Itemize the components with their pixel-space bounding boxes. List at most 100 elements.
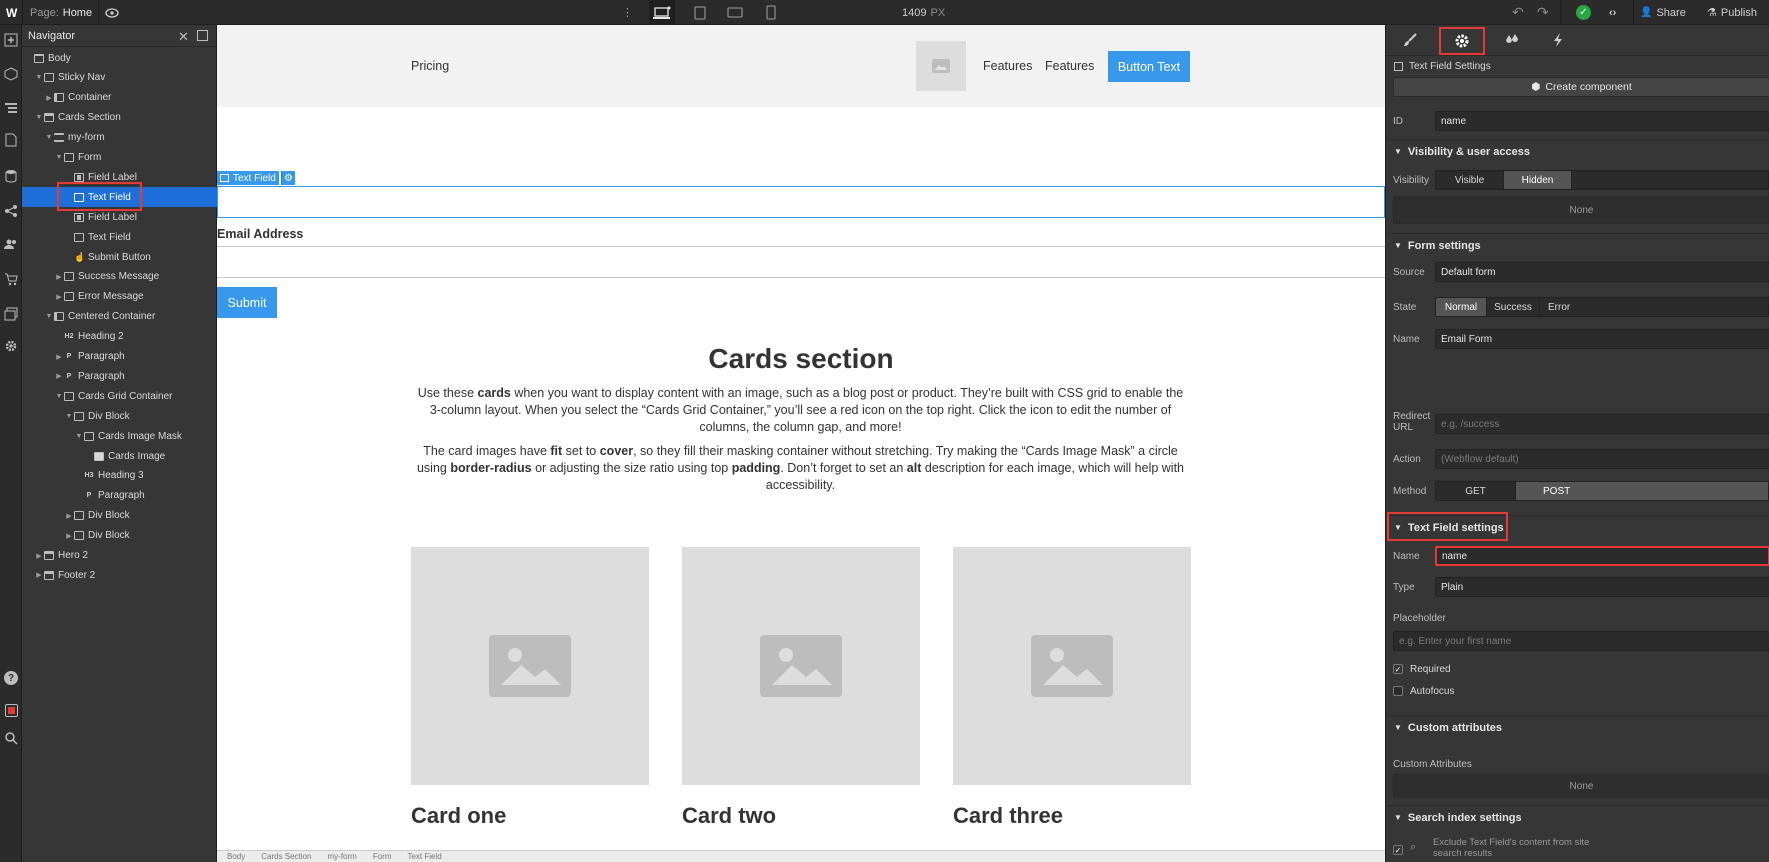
navigator-tree-item[interactable]: ▶ P Paragraph [22,347,217,367]
navigator-tree-item[interactable]: ▶ Success Message [22,267,217,287]
navigator-tree-item[interactable]: ▶ Div Block [22,506,217,526]
email-text-field[interactable] [217,246,1385,278]
visibility-toggle[interactable]: Visible Hidden [1435,170,1769,190]
navigator-icon[interactable] [0,97,22,119]
navigator-tree-item[interactable]: Text Field [22,227,217,247]
expand-caret-icon[interactable]: ▶ [34,571,44,579]
text-field-name-input[interactable]: name [1435,546,1769,566]
design-canvas[interactable]: Pricing Features Features Button Text Te… [217,25,1385,862]
assets-icon[interactable] [0,303,22,325]
breadcrumb-item[interactable]: Cards Section [261,852,311,861]
navigator-tree-item[interactable]: P Paragraph [22,486,217,506]
expand-caret-icon[interactable]: ▼ [54,154,64,161]
navigator-tree-item[interactable]: ▼ Sticky Nav [22,68,217,88]
code-export-icon[interactable]: ‹› [1609,0,1616,25]
navigator-tree-item[interactable]: ▶ Container [22,88,217,108]
desktop-breakpoint-icon[interactable] [649,0,675,25]
expand-caret-icon[interactable]: ▼ [54,393,64,400]
expand-caret-icon[interactable]: ▼ [74,433,84,440]
expand-caret-icon[interactable]: ▶ [34,552,44,560]
dock-panel-icon[interactable] [197,30,208,41]
navigator-tree-item[interactable]: ▼ my-form [22,128,217,148]
nav-link-features-1[interactable]: Features [983,59,1032,73]
source-select[interactable]: Default form [1435,262,1769,282]
required-checkbox[interactable]: ✓ [1393,664,1403,674]
expand-caret-icon[interactable]: ▼ [34,74,44,81]
breadcrumb-item[interactable]: my-form [327,852,356,861]
tablet-breakpoint-icon[interactable] [687,0,713,25]
users-icon[interactable] [0,233,22,255]
mobile-portrait-breakpoint-icon[interactable] [758,0,784,25]
breadcrumb-item[interactable]: Body [227,852,245,861]
action-input[interactable]: (Webflow default) [1435,449,1769,469]
navigator-tree-item[interactable]: ▶ Footer 2 [22,565,217,585]
preview-eye-icon[interactable] [105,0,119,25]
redirect-url-input[interactable]: e.g. /success [1435,414,1769,434]
navigator-tree-item[interactable]: Body [22,48,217,68]
autofocus-checkbox[interactable] [1393,686,1403,696]
expand-caret-icon[interactable]: ▼ [34,114,44,121]
method-toggle[interactable]: GET POST [1435,481,1769,501]
navigator-tree-item[interactable]: Cards Image [22,446,217,466]
expand-caret-icon[interactable]: ▼ [64,413,74,420]
visible-option[interactable]: Visible [1436,171,1504,189]
webflow-logo-icon[interactable]: W [6,0,22,25]
style-manager-drops-icon[interactable] [1500,29,1524,51]
search-index-section-header[interactable]: ▼ Search index settings [1386,805,1769,829]
form-settings-section-header[interactable]: ▼ Form settings [1386,233,1769,257]
nav-button[interactable]: Button Text [1108,51,1190,82]
navigator-tree-item[interactable]: ▼ Div Block [22,406,217,426]
element-settings-tab-gear-icon[interactable] [1439,27,1485,55]
navigator-tree-item[interactable]: ▼ Cards Grid Container [22,386,217,406]
state-error-option[interactable]: Error [1540,298,1769,316]
expand-caret-icon[interactable]: ▼ [44,313,54,320]
navigator-tree-item[interactable]: ▶ Hero 2 [22,546,217,566]
add-panel-icon[interactable] [0,29,22,51]
nav-link-pricing[interactable]: Pricing [411,59,449,73]
method-post-option[interactable]: POST [1516,482,1769,500]
expand-caret-icon[interactable]: ▶ [54,273,64,281]
expand-caret-icon[interactable]: ▶ [54,372,64,380]
ecommerce-cart-icon[interactable] [0,268,22,290]
navigator-tree-item[interactable]: ▼ Cards Section [22,108,217,128]
navigator-tree-item[interactable]: ▼ Form [22,148,217,168]
navigator-tree-item[interactable]: ▼ Centered Container [22,307,217,327]
components-icon[interactable] [0,63,22,85]
close-icon[interactable]: ✕ [178,29,189,45]
breadcrumb-item[interactable]: Form [373,852,392,861]
publish-button[interactable]: ⚗ Publish [1707,0,1757,25]
create-component-button[interactable]: ⬢ Create component [1393,77,1769,97]
state-success-option[interactable]: Success [1487,298,1540,316]
pages-icon[interactable] [0,129,22,151]
visibility-section-header[interactable]: ▼ Visibility & user access [1386,139,1769,163]
form-state-toggle[interactable]: Normal Success Error [1435,297,1769,317]
cms-icon[interactable] [0,165,22,187]
form-name-input[interactable]: Email Form [1435,329,1769,349]
expand-caret-icon[interactable]: ▶ [44,94,54,102]
page-selector[interactable]: Page: Home [30,0,92,25]
logic-icon[interactable] [0,200,22,222]
navigator-tree-item[interactable]: H2 Heading 2 [22,327,217,347]
id-input[interactable]: name [1435,111,1769,131]
more-options-icon[interactable]: ⋮ [622,0,633,25]
expand-caret-icon[interactable]: ▶ [64,532,74,540]
navigator-tree-item[interactable]: ▶ P Paragraph [22,366,217,386]
navigator-tree-item[interactable]: ▼ Cards Image Mask [22,426,217,446]
type-select[interactable]: Plain [1435,577,1769,597]
expand-caret-icon[interactable]: ▶ [54,293,64,301]
navigator-tree-item[interactable]: ▶ Div Block [22,526,217,546]
style-brush-icon[interactable] [1398,29,1422,51]
expand-caret-icon[interactable]: ▶ [64,512,74,520]
navigator-tree-item[interactable]: H3 Heading 3 [22,466,217,486]
navigator-tree-item[interactable]: ☝ Submit Button [22,247,217,267]
search-icon[interactable] [0,727,22,749]
custom-attributes-section-header[interactable]: ▼ Custom attributes [1386,715,1769,739]
hidden-option[interactable]: Hidden [1504,171,1572,189]
help-icon[interactable]: ? [0,667,22,689]
mobile-landscape-breakpoint-icon[interactable] [722,0,748,25]
method-get-option[interactable]: GET [1436,482,1516,500]
name-text-field[interactable] [217,186,1385,218]
record-icon[interactable] [0,699,22,721]
element-settings-gear-icon[interactable]: ⚙ [281,171,295,185]
nav-link-features-2[interactable]: Features [1045,59,1094,73]
